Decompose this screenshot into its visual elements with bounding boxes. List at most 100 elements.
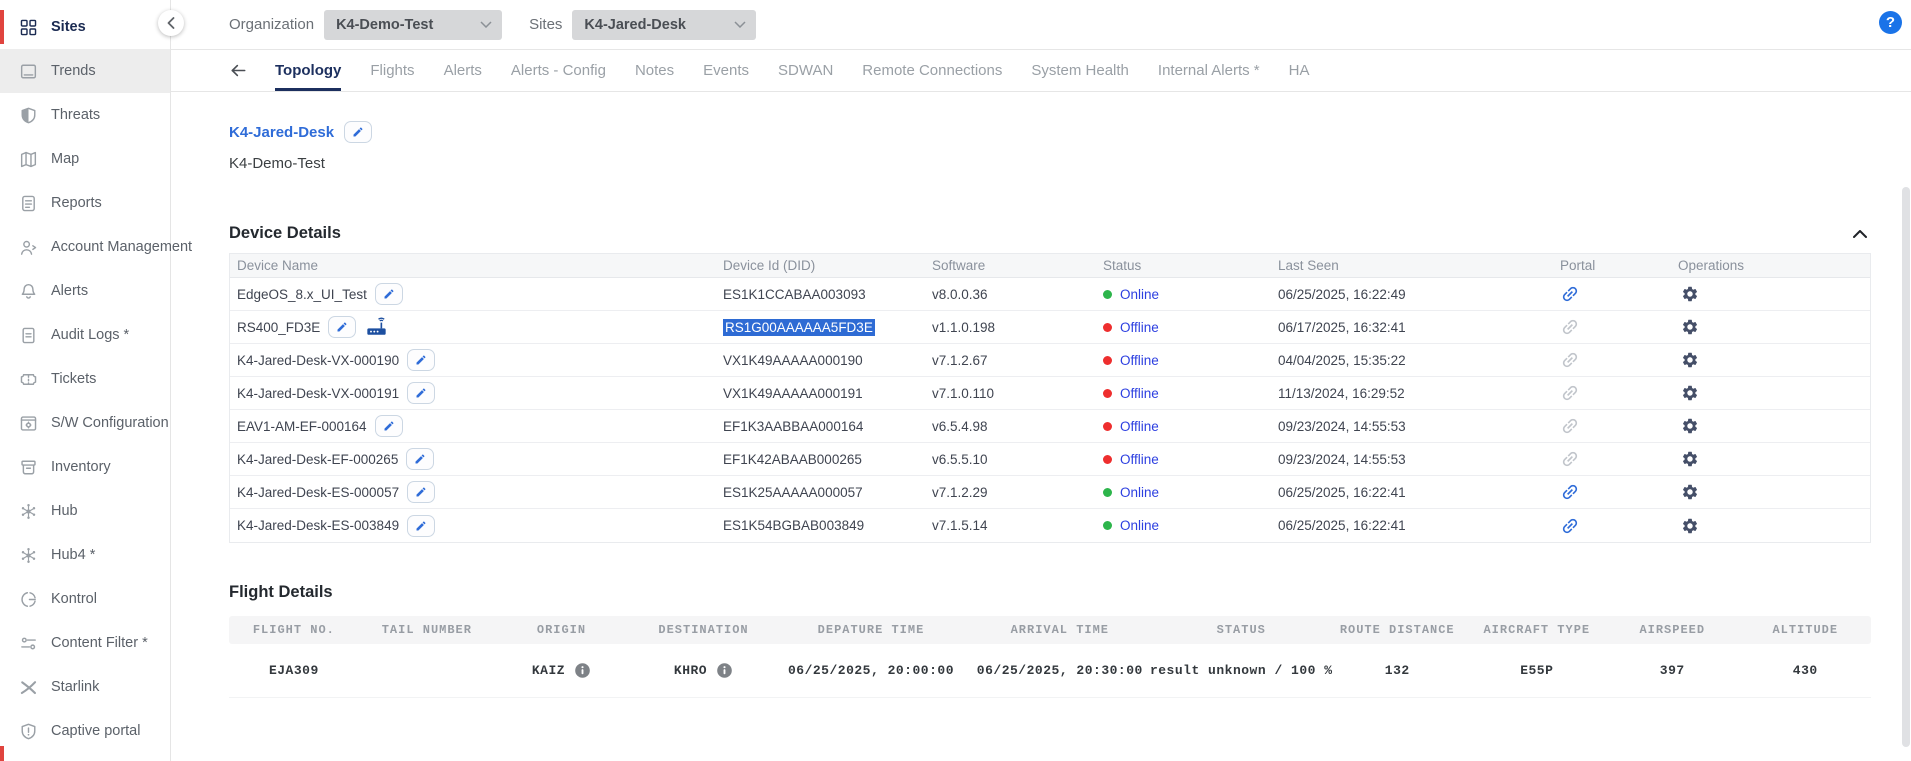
starlink-icon xyxy=(19,678,38,697)
sites-dropdown[interactable]: K4-Jared-Desk xyxy=(572,10,756,40)
link-glyph xyxy=(1556,350,1584,370)
router-icon xyxy=(365,316,388,338)
sidebar-item-label: Sites xyxy=(51,19,86,35)
portal-link-icon[interactable] xyxy=(1560,516,1580,536)
operations-cell xyxy=(1671,351,1870,369)
sidebar-item-label: Inventory xyxy=(51,459,111,475)
operations-cell xyxy=(1671,417,1870,435)
column-header-airspeed: AIRSPEED xyxy=(1605,623,1740,637)
sidebar-item-trends[interactable]: Trends xyxy=(0,49,170,93)
sidebar-item-tickets[interactable]: Tickets xyxy=(0,357,170,401)
edit-device-name-button[interactable] xyxy=(407,481,435,503)
help-button[interactable]: ? xyxy=(1879,11,1902,34)
gear-icon[interactable] xyxy=(1681,450,1699,468)
sidebar-item-hub4[interactable]: Hub4 * xyxy=(0,533,170,577)
vertical-scrollbar[interactable] xyxy=(1902,187,1910,747)
status-link[interactable]: Offline xyxy=(1120,386,1159,401)
sidebar-item-audit-logs[interactable]: Audit Logs * xyxy=(0,313,170,357)
gear-icon[interactable] xyxy=(1681,384,1699,402)
status-link[interactable]: Offline xyxy=(1120,320,1159,335)
info-icon[interactable] xyxy=(574,662,591,679)
tab-notes[interactable]: Notes xyxy=(635,50,674,91)
link-glyph xyxy=(1556,482,1584,502)
tab-events[interactable]: Events xyxy=(703,50,749,91)
pencil-icon xyxy=(415,486,427,498)
sidebar-item-alerts[interactable]: Alerts xyxy=(0,269,170,313)
device-id: ES1K54BGBAB003849 xyxy=(723,518,864,533)
status-link[interactable]: Offline xyxy=(1120,353,1159,368)
organization-name: K4-Demo-Test xyxy=(229,155,1871,172)
sidebar-item-label: Hub xyxy=(51,503,78,519)
last-seen: 09/23/2024, 14:55:53 xyxy=(1271,452,1553,467)
edit-device-name-button[interactable] xyxy=(407,382,435,404)
edit-device-name-button[interactable] xyxy=(407,515,435,537)
organization-dropdown[interactable]: K4-Demo-Test xyxy=(324,10,502,40)
status-link[interactable]: Online xyxy=(1120,518,1159,533)
tab-flights[interactable]: Flights xyxy=(370,50,414,91)
edit-device-name-button[interactable] xyxy=(406,448,434,470)
bell-icon xyxy=(19,282,38,301)
gear-icon[interactable] xyxy=(1681,318,1699,336)
tab-ha[interactable]: HA xyxy=(1289,50,1310,91)
device-id: EF1K3AABBAA000164 xyxy=(723,419,863,434)
tab-topology[interactable]: Topology xyxy=(275,50,341,91)
sidebar-item-label: Alerts xyxy=(51,283,88,299)
device-id: ES1K1CCABAA003093 xyxy=(723,287,866,302)
status-link[interactable]: Offline xyxy=(1120,419,1159,434)
sidebar-item-content-filter[interactable]: Content Filter * xyxy=(0,621,170,665)
info-icon[interactable] xyxy=(716,662,733,679)
status-dot-online xyxy=(1103,290,1112,299)
sidebar-item-account-management[interactable]: Account Management xyxy=(0,225,170,269)
section-collapse-button[interactable] xyxy=(1853,230,1871,238)
account-icon xyxy=(19,238,38,257)
device-id: VX1K49AAAAA000191 xyxy=(723,386,863,401)
sidebar-item-starlink[interactable]: Starlink xyxy=(0,665,170,709)
device-id-cell: VX1K49AAAAA000190 xyxy=(716,353,925,368)
site-name-link[interactable]: K4-Jared-Desk xyxy=(229,124,334,141)
tab-alerts-config[interactable]: Alerts - Config xyxy=(511,50,606,91)
sidebar-item-kontrol[interactable]: Kontrol xyxy=(0,577,170,621)
tab-alerts[interactable]: Alerts xyxy=(444,50,482,91)
column-header-software: Software xyxy=(925,258,1096,273)
status-link[interactable]: Offline xyxy=(1120,452,1159,467)
flight-arrival-time: 06/25/2025, 20:30:00 xyxy=(963,663,1157,678)
edit-device-name-button[interactable] xyxy=(375,283,403,305)
sidebar-item-hub[interactable]: Hub xyxy=(0,489,170,533)
tab-internal-alerts[interactable]: Internal Alerts * xyxy=(1158,50,1260,91)
sidebar-collapse-button[interactable] xyxy=(158,10,184,36)
sidebar-item-captive-portal[interactable]: Captive portal xyxy=(0,709,170,753)
status-cell: Offline xyxy=(1096,386,1271,401)
tab-remote-connections[interactable]: Remote Connections xyxy=(862,50,1002,91)
device-name: K4-Jared-Desk-VX-000191 xyxy=(237,386,399,401)
device-name: K4-Jared-Desk-VX-000190 xyxy=(237,353,399,368)
sidebar-item-label: Hub4 * xyxy=(51,547,95,563)
sidebar-item-sites[interactable]: Sites xyxy=(0,5,170,49)
edit-site-name-button[interactable] xyxy=(344,121,372,143)
edit-device-name-button[interactable] xyxy=(375,415,403,437)
gear-icon[interactable] xyxy=(1681,285,1699,303)
flight-route-distance-value: 132 xyxy=(1385,663,1410,678)
gear-icon[interactable] xyxy=(1681,517,1699,535)
edit-device-name-button[interactable] xyxy=(328,316,356,338)
gear-glyph xyxy=(1681,517,1699,535)
sidebar-item-s-w-configuration[interactable]: S/W Configuration xyxy=(0,401,170,445)
sidebar-item-inventory[interactable]: Inventory xyxy=(0,445,170,489)
sidebar-item-threats[interactable]: Threats xyxy=(0,93,170,137)
column-header-tail-number: TAIL NUMBER xyxy=(359,623,495,637)
gear-icon[interactable] xyxy=(1681,483,1699,501)
status-dot-offline xyxy=(1103,455,1112,464)
status-link[interactable]: Online xyxy=(1120,287,1159,302)
portal-link-icon[interactable] xyxy=(1560,284,1580,304)
edit-device-name-button[interactable] xyxy=(407,349,435,371)
sidebar-item-reports[interactable]: Reports xyxy=(0,181,170,225)
back-button[interactable] xyxy=(229,50,248,91)
tab-sdwan[interactable]: SDWAN xyxy=(778,50,833,91)
tab-system-health[interactable]: System Health xyxy=(1031,50,1129,91)
gear-icon[interactable] xyxy=(1681,417,1699,435)
last-seen: 06/25/2025, 16:22:49 xyxy=(1271,287,1553,302)
status-link[interactable]: Online xyxy=(1120,485,1159,500)
portal-link-icon[interactable] xyxy=(1560,482,1580,502)
sites-label: Sites xyxy=(529,16,562,33)
sidebar-item-map[interactable]: Map xyxy=(0,137,170,181)
gear-icon[interactable] xyxy=(1681,351,1699,369)
